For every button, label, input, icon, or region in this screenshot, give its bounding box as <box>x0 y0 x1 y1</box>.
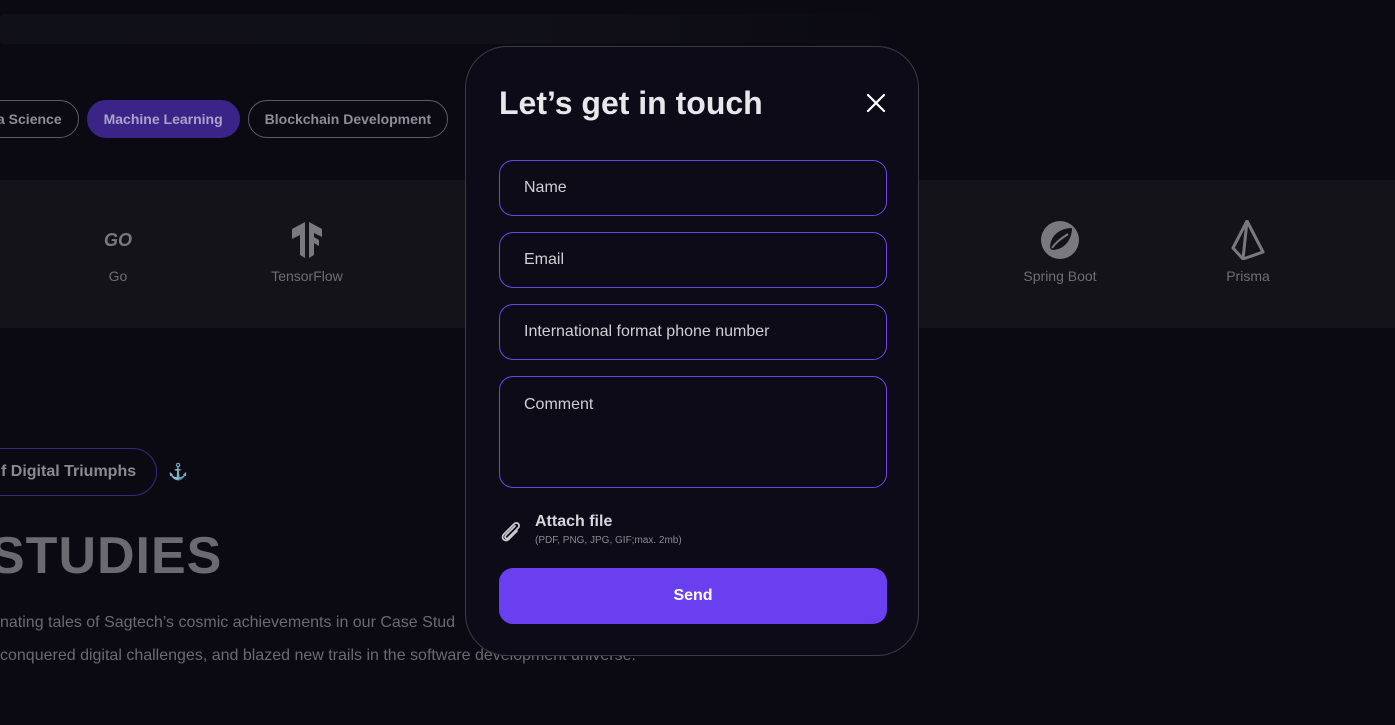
phone-input[interactable] <box>499 304 887 360</box>
tech-label: TensorFlow <box>271 268 343 284</box>
tech-go: GO Go <box>48 220 188 285</box>
attach-file-label: Attach file <box>535 513 613 530</box>
tech-prisma: Prisma <box>1178 220 1318 284</box>
contact-modal: Let’s get in touch Attach file (PDF, PNG… <box>465 46 919 656</box>
chip-machine-learning[interactable]: Machine Learning <box>86 100 240 138</box>
tech-label: Spring Boot <box>1023 268 1097 284</box>
close-button[interactable] <box>864 91 888 115</box>
section-paragraph-line-1: nating tales of Sagtech’s cosmic achieve… <box>0 614 456 631</box>
chip-blockchain-development[interactable]: Blockchain Development <box>247 100 449 138</box>
chip-data-science[interactable]: a Science <box>0 100 79 138</box>
name-input[interactable] <box>499 160 887 216</box>
modal-title: Let’s get in touch <box>499 85 763 121</box>
tech-spring-boot: Spring Boot <box>990 220 1130 284</box>
email-input[interactable] <box>499 232 887 288</box>
tech-label: Go <box>108 268 128 284</box>
anchor-icon: ⚓ <box>168 464 188 481</box>
comment-textarea[interactable] <box>499 376 887 488</box>
close-icon <box>866 93 886 113</box>
send-button[interactable]: Send <box>499 568 887 624</box>
section-pill: f Digital Triumphs <box>0 448 158 496</box>
attach-file-hint: (PDF, PNG, JPG, GIF;max. 2mb) <box>535 535 682 546</box>
section-heading: STUDIES <box>0 527 223 585</box>
category-chips: a Science Machine Learning Blockchain De… <box>0 100 449 138</box>
attach-file-button[interactable]: Attach file (PDF, PNG, JPG, GIF;max. 2mb… <box>499 513 682 546</box>
background-top-text <box>0 14 900 44</box>
go-logo-icon: GO <box>103 229 132 250</box>
spring-boot-logo-icon <box>990 220 1130 260</box>
tech-tensorflow: TensorFlow <box>237 220 377 284</box>
paperclip-icon <box>501 522 520 542</box>
tensorflow-logo-icon <box>237 220 377 260</box>
prisma-logo-icon <box>1178 220 1318 260</box>
tech-label: Prisma <box>1226 268 1270 284</box>
